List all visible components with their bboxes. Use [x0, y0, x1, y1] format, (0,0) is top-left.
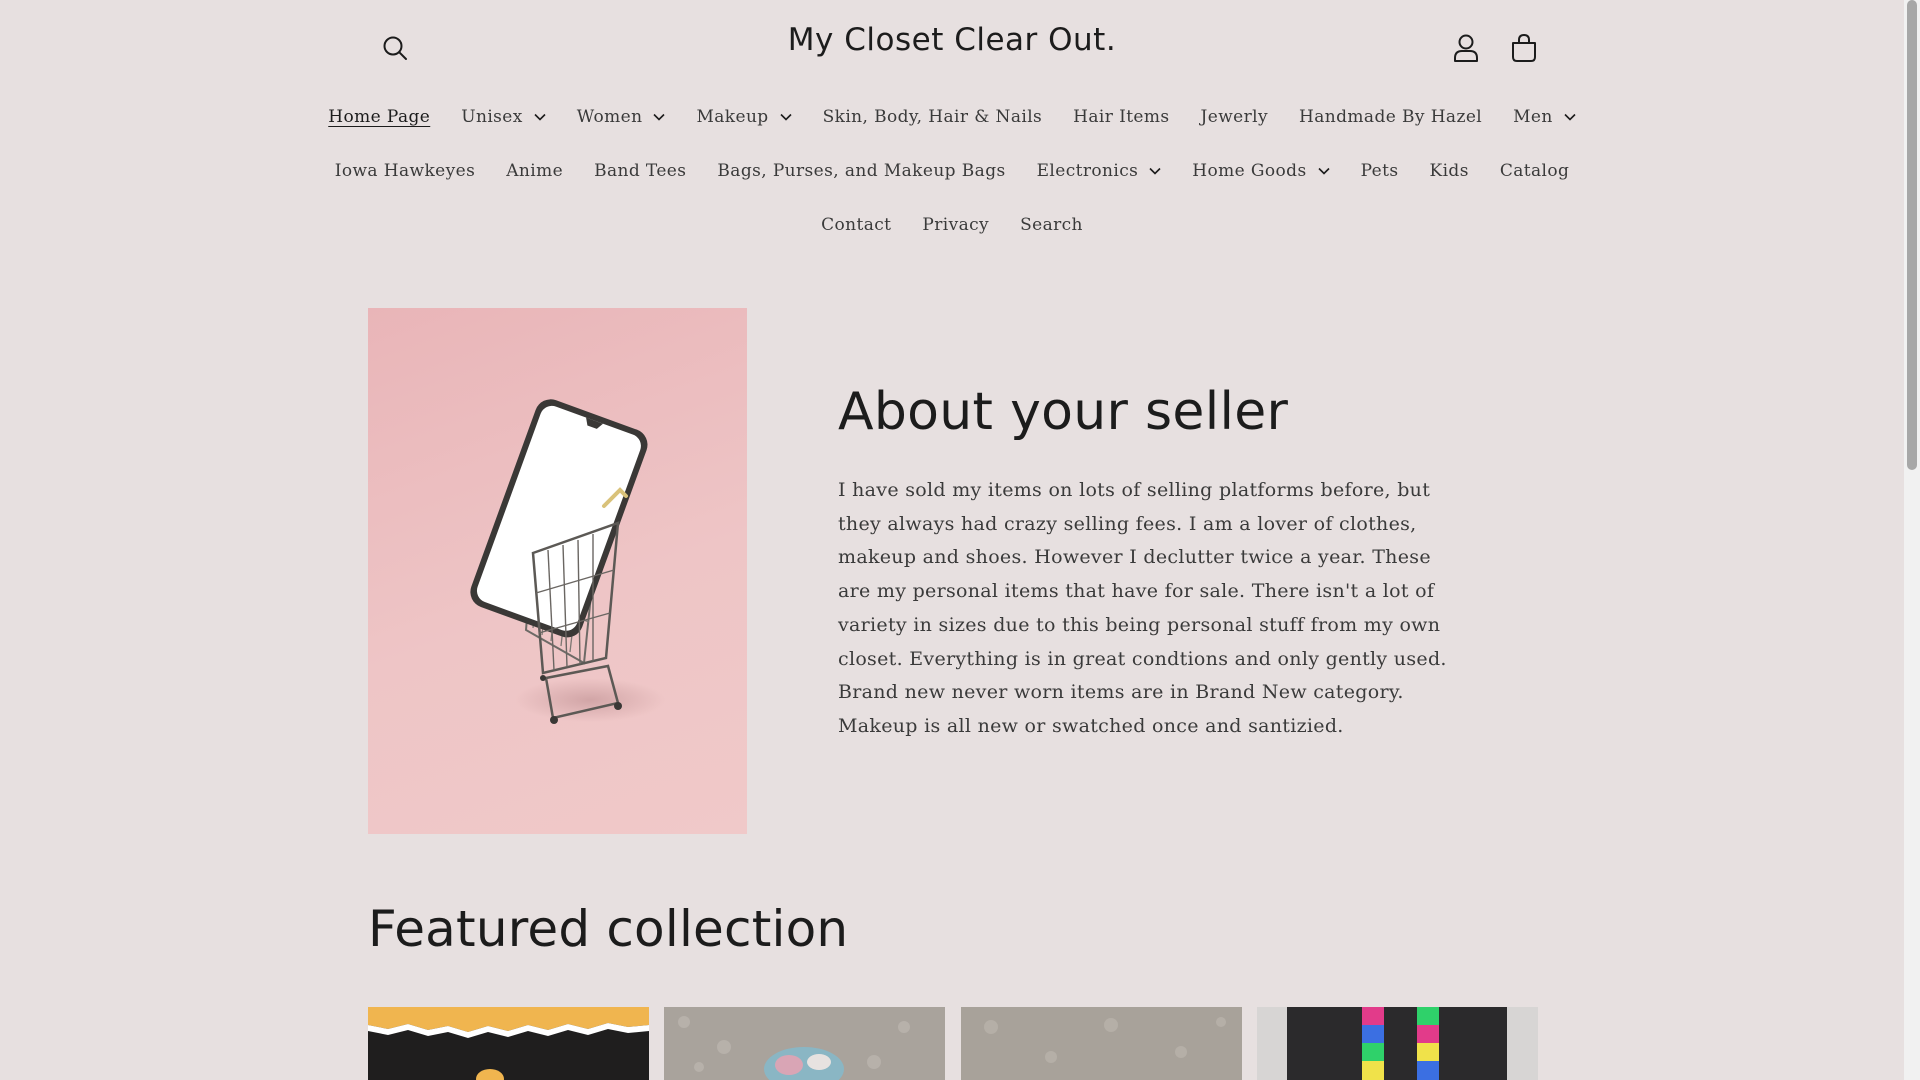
nav-item-jewerly[interactable]: Jewerly	[1185, 107, 1283, 127]
nav-item-kids[interactable]: Kids	[1414, 161, 1484, 181]
nav-item-men[interactable]: Men	[1498, 107, 1592, 127]
nav-item-unisex[interactable]: Unisex	[446, 107, 562, 127]
chevron-down-icon	[780, 113, 792, 121]
product-card-1[interactable]	[368, 1007, 649, 1080]
nav-item-handmade-by-hazel[interactable]: Handmade By Hazel	[1284, 107, 1498, 127]
product-image-2	[664, 1007, 945, 1080]
featured-collection-title: Featured collection	[368, 900, 849, 958]
nav-item-privacy[interactable]: Privacy	[907, 215, 1005, 235]
nav-item-contact[interactable]: Contact	[806, 215, 907, 235]
nav-item-band-tees[interactable]: Band Tees	[579, 161, 702, 181]
product-card-2[interactable]	[664, 1007, 945, 1080]
nav-item-catalog[interactable]: Catalog	[1484, 161, 1584, 181]
phone-in-cart-illustration	[470, 399, 665, 724]
chevron-down-icon	[1564, 113, 1576, 121]
chevron-down-icon	[653, 113, 666, 121]
chevron-down-icon	[1318, 167, 1330, 175]
product-image-3	[961, 1007, 1242, 1080]
page-scrollbar[interactable]	[1904, 0, 1920, 1080]
nav-item-skin-body-hair-nails[interactable]: Skin, Body, Hair & Nails	[807, 107, 1058, 127]
nav-item-home-goods[interactable]: Home Goods	[1177, 161, 1345, 181]
chevron-down-icon	[1149, 167, 1161, 175]
account-button[interactable]	[1444, 26, 1488, 70]
product-card-4[interactable]	[1257, 1007, 1538, 1080]
nav-row-3: Contact Privacy Search	[0, 205, 1904, 245]
nav-item-anime[interactable]: Anime	[491, 161, 579, 181]
product-image-4	[1257, 1007, 1538, 1080]
nav-item-search[interactable]: Search	[1005, 215, 1099, 235]
nav-row-1: Home Page Unisex Women Makeup Skin, Body…	[0, 97, 1904, 137]
nav-item-iowa-hawkeyes[interactable]: Iowa Hawkeyes	[319, 161, 491, 181]
nav-row-2: Iowa Hawkeyes Anime Band Tees Bags, Purs…	[0, 151, 1904, 191]
about-body-text: I have sold my items on lots of selling …	[838, 479, 1447, 737]
about-image	[368, 308, 747, 834]
cart-icon	[1512, 33, 1536, 62]
nav-item-home-page[interactable]: Home Page	[313, 107, 446, 127]
site-header: My Closet Clear Out.	[0, 0, 1904, 96]
product-card-3[interactable]	[961, 1007, 1242, 1080]
user-icon	[1454, 34, 1478, 62]
nav-item-bags-purses[interactable]: Bags, Purses, and Makeup Bags	[702, 161, 1021, 181]
site-logo[interactable]: My Closet Clear Out.	[0, 22, 1904, 58]
product-image-1	[368, 1007, 649, 1080]
page: My Closet Clear Out. Home Page Unisex Wo…	[0, 0, 1904, 1080]
about-title: About your seller	[838, 382, 1289, 442]
cart-button[interactable]	[1502, 26, 1546, 70]
nav-item-women[interactable]: Women	[561, 107, 681, 127]
nav-item-electronics[interactable]: Electronics	[1021, 161, 1177, 181]
nav-item-hair-items[interactable]: Hair Items	[1058, 107, 1185, 127]
nav-item-pets[interactable]: Pets	[1345, 161, 1414, 181]
nav-item-makeup[interactable]: Makeup	[681, 107, 807, 127]
chevron-down-icon	[534, 113, 546, 121]
scrollbar-thumb[interactable]	[1907, 0, 1917, 470]
